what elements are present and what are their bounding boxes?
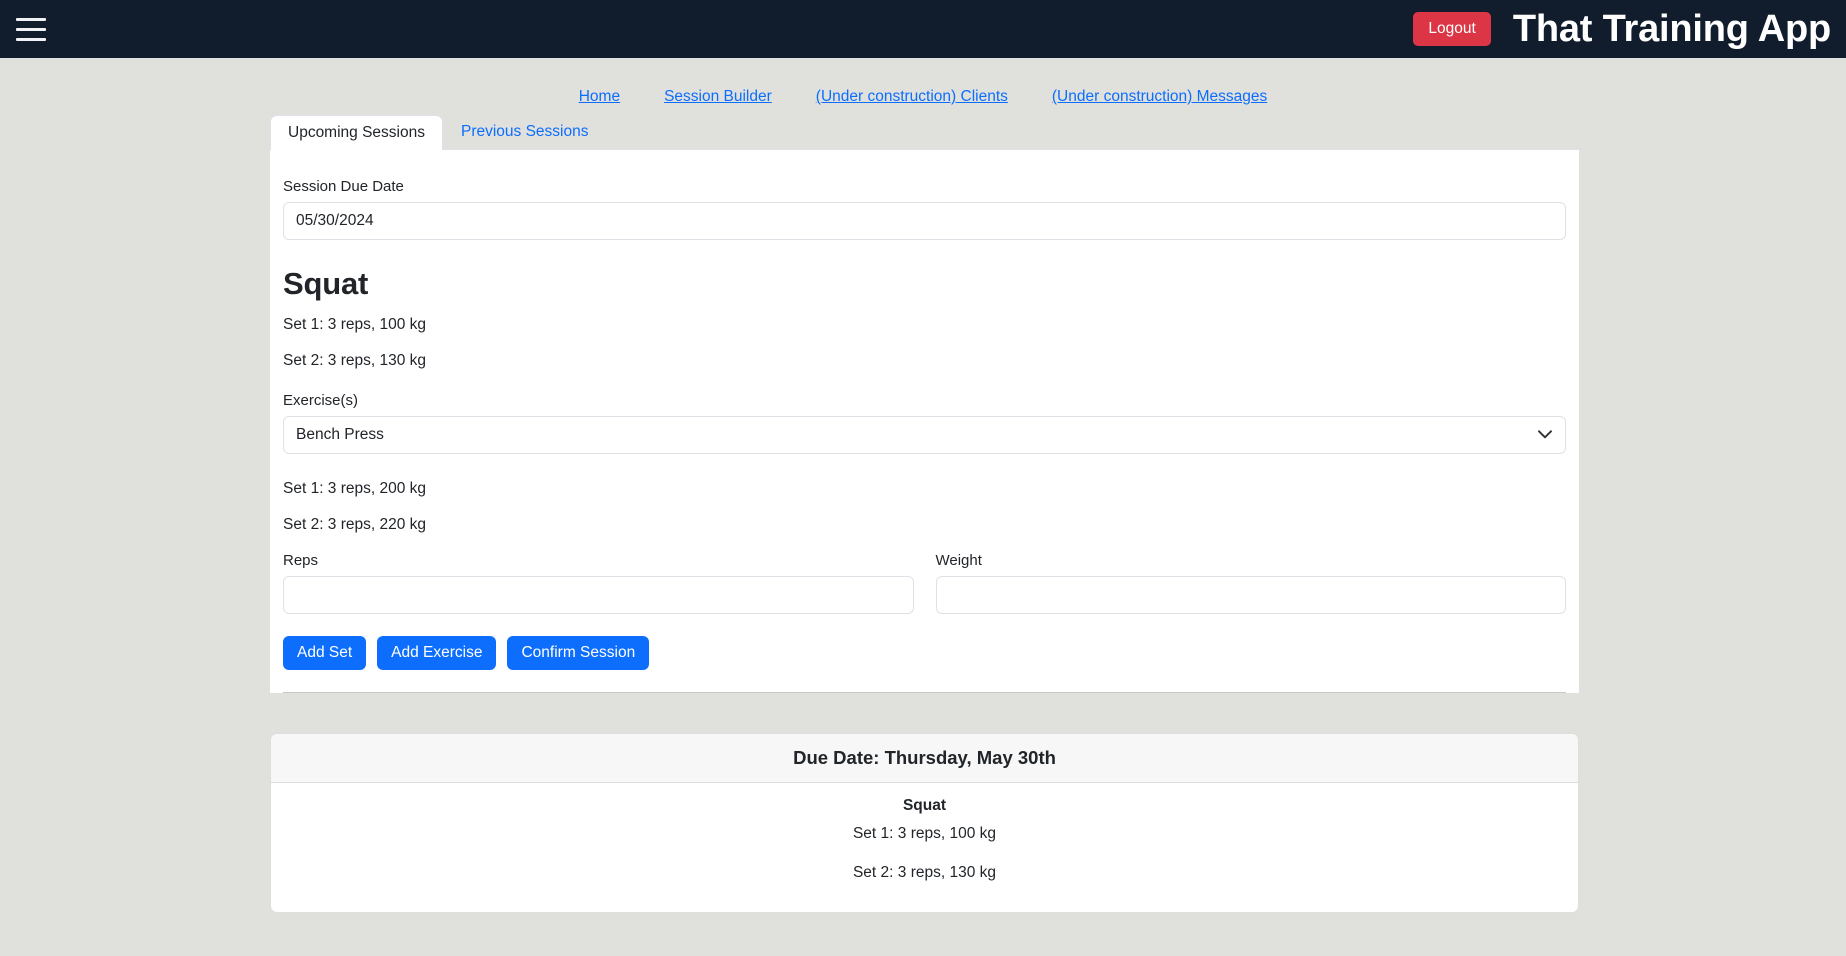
exercise-select-label: Exercise(s) (283, 392, 359, 409)
hamburger-bar-3 (16, 37, 46, 41)
session-due-date-input[interactable] (283, 202, 1566, 240)
builder-set-line-1: Set 1: 3 reps, 100 kg (283, 316, 427, 333)
confirm-session-button[interactable]: Confirm Session (507, 636, 650, 670)
nav-link-messages[interactable]: (Under construction) Messages (1052, 88, 1267, 106)
add-exercise-button[interactable]: Add Exercise (377, 636, 497, 670)
hamburger-menu-icon[interactable] (12, 13, 50, 45)
builder-set-line-2: Set 2: 3 reps, 130 kg (283, 352, 427, 369)
action-button-row: Add Set Add Exercise Confirm Session (283, 636, 1566, 670)
selected-exercise-set-line-2: Set 2: 3 reps, 220 kg (283, 516, 427, 533)
exercise-select-block: Exercise(s) (283, 392, 1566, 454)
tab-upcoming-sessions[interactable]: Upcoming Sessions (270, 115, 443, 150)
session-card-due-date: Due Date: Thursday, May 30th (271, 733, 1578, 783)
reps-label: Reps (283, 552, 319, 569)
card-set-line-2: Set 2: 3 reps, 130 kg (852, 863, 997, 881)
navbar-right-group: Logout That Training App (1413, 8, 1831, 51)
builder-exercise-name: Squat (283, 266, 369, 301)
session-summary-card: Due Date: Thursday, May 30th Squat Set 1… (270, 732, 1579, 913)
due-date-field-block: Session Due Date (283, 178, 1566, 240)
session-card-body: Squat Set 1: 3 reps, 100 kg Set 2: 3 rep… (271, 783, 1578, 912)
card-set-line-1: Set 1: 3 reps, 100 kg (852, 824, 997, 842)
reps-input[interactable] (283, 576, 914, 614)
nav-link-session-builder[interactable]: Session Builder (664, 88, 772, 106)
hamburger-bar-1 (16, 17, 46, 21)
logout-button[interactable]: Logout (1413, 12, 1491, 46)
selected-exercise-set-line-1: Set 1: 3 reps, 200 kg (283, 480, 427, 497)
app-title: That Training App (1512, 7, 1831, 50)
tab-previous-sessions[interactable]: Previous Sessions (443, 114, 607, 149)
top-navbar: Logout That Training App (0, 0, 1846, 58)
exercise-select-wrapper (283, 416, 1566, 454)
session-tabs: Upcoming Sessions Previous Sessions (270, 114, 1579, 150)
reps-weight-row: Reps Weight (283, 552, 1566, 614)
section-divider (283, 691, 1566, 693)
exercise-select[interactable] (283, 416, 1566, 454)
nav-link-home[interactable]: Home (579, 88, 620, 106)
primary-navigation: Home Session Builder (Under construction… (0, 58, 1846, 116)
upcoming-sessions-panel: Session Due Date Squat Set 1: 3 reps, 10… (270, 149, 1579, 693)
weight-label: Weight (935, 552, 982, 569)
hamburger-bar-2 (16, 27, 46, 31)
due-date-label: Session Due Date (283, 178, 404, 195)
nav-link-clients[interactable]: (Under construction) Clients (816, 88, 1008, 106)
page-container: Upcoming Sessions Previous Sessions Sess… (270, 114, 1579, 913)
card-exercise-name: Squat (902, 796, 947, 814)
reps-field-block: Reps (283, 552, 914, 614)
weight-field-block: Weight (935, 552, 1566, 614)
add-set-button[interactable]: Add Set (283, 636, 367, 670)
weight-input[interactable] (935, 576, 1566, 614)
